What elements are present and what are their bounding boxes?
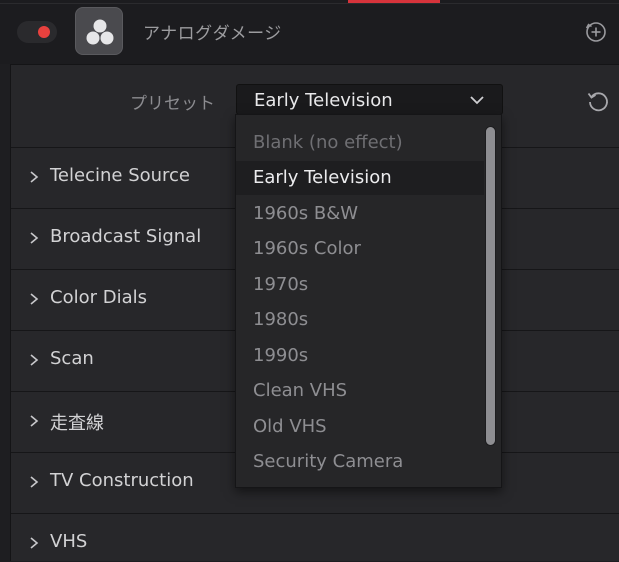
toggle-indicator — [38, 26, 50, 38]
chevron-right-icon — [30, 171, 39, 183]
preset-option[interactable]: 1980s — [236, 303, 484, 337]
preset-dropdown-menu: Blank (no effect) Early Television 1960s… — [235, 114, 502, 488]
preset-label: プリセット — [130, 94, 215, 114]
chevron-right-icon — [30, 537, 39, 549]
chevron-right-icon — [30, 354, 39, 366]
preset-option[interactable]: 1960s Color — [236, 232, 484, 266]
preset-dropdown[interactable]: Early Television — [236, 84, 503, 115]
section-label: 走査線 — [50, 413, 104, 434]
effect-header: アナログダメージ — [0, 0, 619, 64]
section-label: VHS — [50, 531, 88, 552]
preset-option[interactable]: 1960s B&W — [236, 197, 484, 231]
section-label: Broadcast Signal — [50, 226, 202, 247]
chevron-right-icon — [30, 476, 39, 488]
effect-enable-toggle[interactable] — [17, 21, 57, 43]
preset-option[interactable]: Old VHS — [236, 410, 484, 444]
preset-option[interactable]: Security Camera — [236, 445, 484, 479]
preset-option[interactable]: 1970s — [236, 268, 484, 302]
preset-option[interactable]: 1990s — [236, 339, 484, 373]
chevron-down-icon — [470, 96, 484, 105]
reset-icon[interactable] — [585, 88, 611, 114]
section-label: Telecine Source — [50, 165, 191, 186]
resolve-fx-icon — [75, 7, 123, 55]
section-label: TV Construction — [50, 470, 194, 491]
preset-option[interactable]: Clean VHS — [236, 374, 484, 408]
preset-selected-value: Early Television — [254, 90, 393, 111]
chevron-right-icon — [30, 293, 39, 305]
preset-option-selected[interactable]: Early Television — [236, 161, 484, 195]
preset-option[interactable]: Blank (no effect) — [236, 126, 484, 160]
effect-title: アナログダメージ — [143, 24, 282, 44]
section-vhs[interactable]: VHS — [11, 513, 619, 562]
section-label: Color Dials — [50, 287, 147, 308]
section-label: Scan — [50, 348, 94, 369]
menu-scrollbar[interactable] — [485, 126, 496, 446]
chevron-right-icon — [30, 415, 39, 427]
chevron-right-icon — [30, 232, 39, 244]
divider — [0, 3, 619, 4]
add-keyframe-icon[interactable] — [584, 20, 608, 44]
